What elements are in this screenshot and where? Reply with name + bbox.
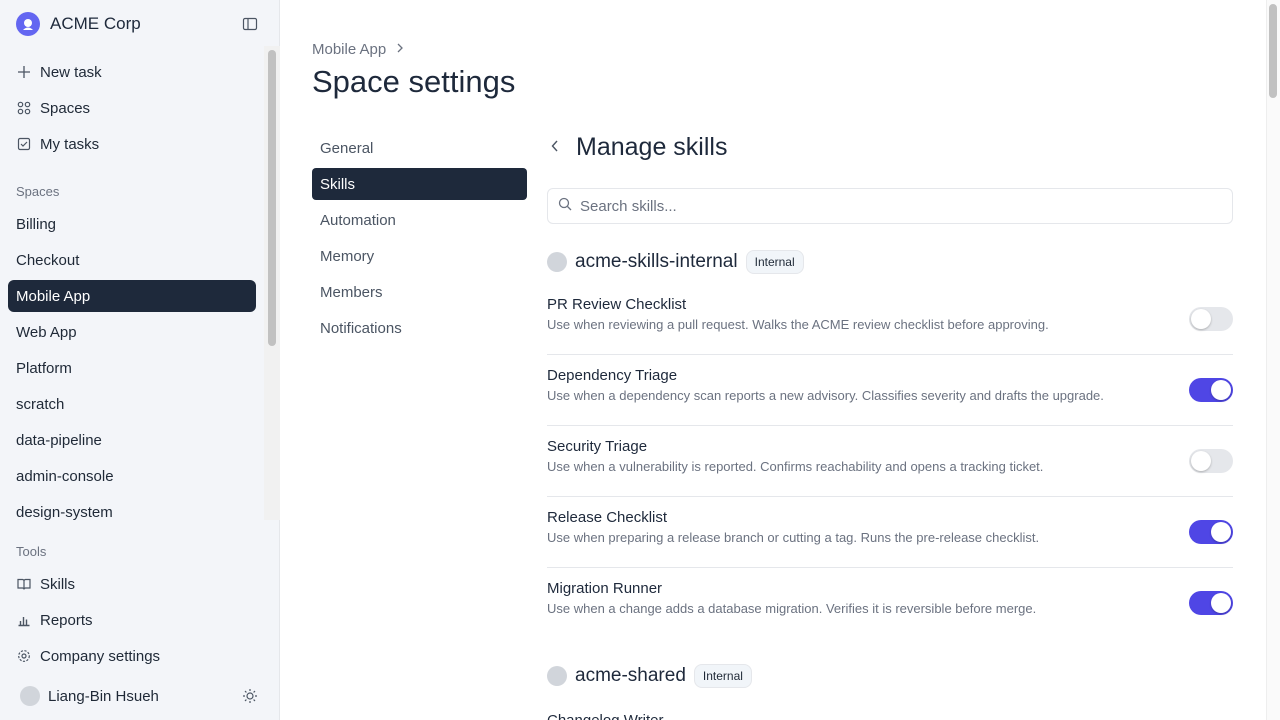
- group-name: acme-skills-internal: [575, 251, 738, 272]
- toggle-knob: [1211, 380, 1231, 400]
- skill-name: Release Checklist: [547, 509, 668, 526]
- main-scrollbar-track[interactable]: [1266, 0, 1280, 720]
- sidebar-scrollbar-thumb[interactable]: [268, 50, 276, 346]
- back-button[interactable]: [547, 139, 563, 157]
- skill-name: PR Review Checklist: [547, 296, 687, 313]
- sidebar-item-space[interactable]: Checkout: [8, 244, 256, 276]
- skill-description: Use when a change adds a database migrat…: [547, 601, 1037, 616]
- panel-title: Manage skills: [576, 133, 728, 161]
- page-title: Space settings: [312, 64, 516, 99]
- skill-group-header: acme-shared Internal: [547, 664, 752, 688]
- search-input[interactable]: [580, 197, 1220, 215]
- sidebar-toggle-icon[interactable]: [242, 16, 258, 32]
- toggle-knob: [1211, 522, 1231, 542]
- workspace-switcher[interactable]: ACME Corp: [16, 12, 141, 36]
- status-badge: Internal: [693, 664, 752, 688]
- tab-automation[interactable]: Automation: [312, 204, 527, 236]
- nav-label: New task: [40, 63, 102, 81]
- sidebar-item-space[interactable]: Platform: [8, 352, 256, 384]
- tab-general[interactable]: General: [312, 132, 527, 164]
- status-badge: Internal: [745, 250, 804, 274]
- sidebar-item-space[interactable]: design-system: [8, 496, 256, 528]
- search-icon: [558, 197, 572, 216]
- sidebar: ACME Corp New task Spaces My tasks Space…: [0, 0, 280, 720]
- plus-icon: [16, 64, 32, 80]
- skill-name: Dependency Triage: [547, 367, 678, 384]
- bar-chart-icon: [16, 612, 32, 628]
- grid-icon: [16, 100, 32, 116]
- nav-new-task[interactable]: New task: [8, 56, 256, 88]
- toggle-knob: [1191, 451, 1211, 471]
- nav-skills[interactable]: Skills: [8, 568, 256, 600]
- spaces-section-label: Spaces: [16, 184, 60, 199]
- toggle-knob: [1211, 593, 1231, 613]
- skill-description: Use when reviewing a pull request. Walks…: [547, 317, 1049, 332]
- breadcrumb: Mobile App: [312, 41, 404, 58]
- skill-name: Changelog Writer: [547, 712, 663, 720]
- skill-name: Migration Runner: [547, 580, 663, 597]
- book-icon: [16, 576, 32, 592]
- tab-notifications[interactable]: Notifications: [312, 312, 527, 344]
- nav-reports[interactable]: Reports: [8, 604, 256, 636]
- skill-description: Use when preparing a release branch or c…: [547, 530, 1040, 545]
- skill-row: Security Triage Use when a vulnerability…: [547, 426, 1233, 497]
- skill-description: Use when a dependency scan reports a new…: [547, 388, 1104, 403]
- sidebar-item-space[interactable]: Web App: [8, 316, 256, 348]
- gear-icon: [16, 648, 32, 664]
- nav-label: Company settings: [40, 647, 161, 665]
- tab-members[interactable]: Members: [312, 276, 527, 308]
- toggle-knob: [1191, 309, 1211, 329]
- skill-toggle[interactable]: [1189, 520, 1233, 544]
- avatar: [20, 686, 40, 706]
- tab-skills[interactable]: Skills: [312, 168, 527, 200]
- nav-label: Spaces: [40, 99, 91, 117]
- breadcrumb-link[interactable]: Mobile App: [312, 41, 386, 58]
- workspace-name: ACME Corp: [50, 14, 141, 33]
- nav-spaces[interactable]: Spaces: [8, 92, 256, 124]
- skill-row: Migration Runner Use when a change adds …: [547, 568, 1233, 639]
- search-box: [547, 188, 1233, 224]
- main-scrollbar-thumb[interactable]: [1269, 4, 1277, 98]
- skill-name: Security Triage: [547, 438, 648, 455]
- sun-icon[interactable]: [242, 688, 258, 704]
- skill-description: Use when a vulnerability is reported. Co…: [547, 459, 1044, 474]
- checkbox-icon: [16, 136, 32, 152]
- user-menu[interactable]: Liang-Bin Hsueh: [20, 686, 159, 706]
- skill-toggle[interactable]: [1189, 591, 1233, 615]
- user-name: Liang-Bin Hsueh: [48, 687, 159, 705]
- group-avatar: [547, 252, 567, 272]
- sidebar-item-space-active[interactable]: Mobile App: [8, 280, 256, 312]
- chevron-right-icon: [396, 41, 404, 58]
- acme-logo-icon: [16, 12, 40, 36]
- nav-label: My tasks: [40, 135, 100, 153]
- nav-label: Skills: [40, 575, 76, 593]
- skill-row: PR Review Checklist Use when reviewing a…: [547, 284, 1233, 355]
- nav-my-tasks[interactable]: My tasks: [8, 128, 256, 160]
- tools-section-label: Tools: [16, 544, 47, 559]
- nav-company-settings[interactable]: Company settings: [8, 640, 256, 672]
- skill-group-header: acme-skills-internal Internal: [547, 250, 804, 274]
- tab-memory[interactable]: Memory: [312, 240, 527, 272]
- skill-toggle[interactable]: [1189, 449, 1233, 473]
- group-name: acme-shared: [575, 665, 686, 686]
- nav-label: Reports: [40, 611, 93, 629]
- sidebar-item-space[interactable]: Billing: [8, 208, 256, 240]
- sidebar-item-space[interactable]: scratch: [8, 388, 256, 420]
- sidebar-item-space[interactable]: data-pipeline: [8, 424, 256, 456]
- skill-toggle[interactable]: [1189, 378, 1233, 402]
- sidebar-item-space[interactable]: admin-console: [8, 460, 256, 492]
- skill-row: Dependency Triage Use when a dependency …: [547, 355, 1233, 426]
- skill-toggle[interactable]: [1189, 307, 1233, 331]
- skill-row: Release Checklist Use when preparing a r…: [547, 497, 1233, 568]
- chevron-left-icon: [551, 139, 559, 158]
- group-avatar: [547, 666, 567, 686]
